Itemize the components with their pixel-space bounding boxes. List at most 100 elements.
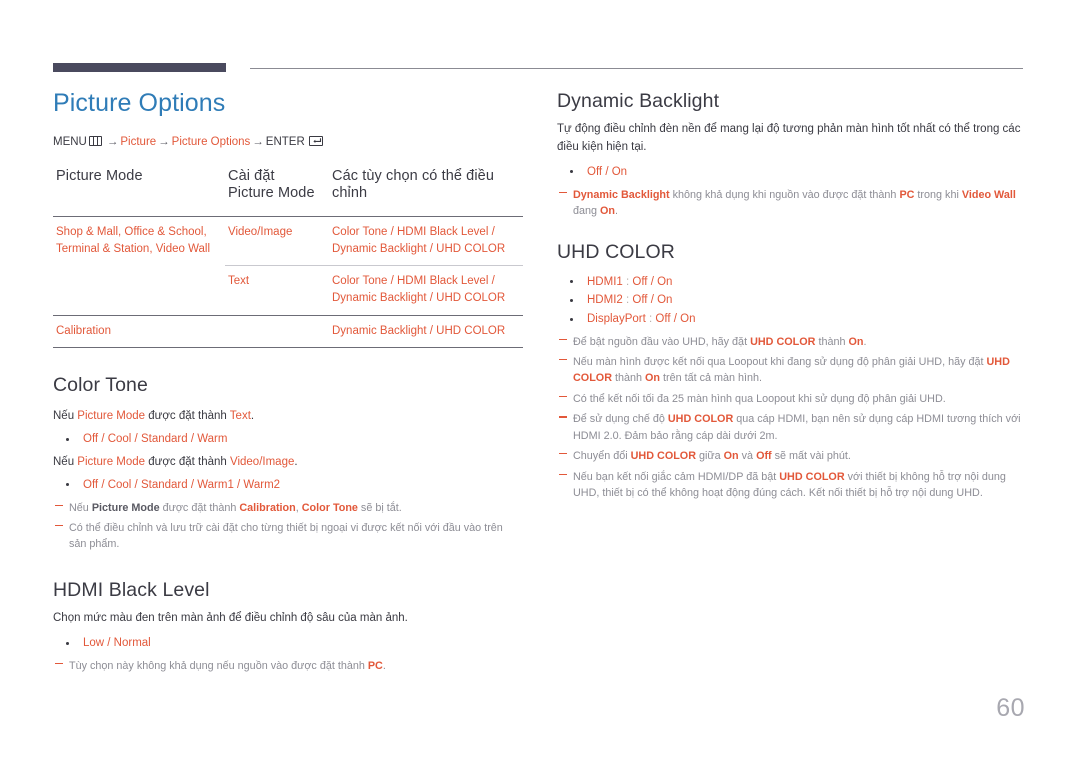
header-rule-accent <box>53 63 226 72</box>
color-tone-options-video: Off / Cool / Standard / Warm1 / Warm2 <box>53 476 523 495</box>
text-frag: thành <box>612 372 646 385</box>
color-tone-condition-text: Nếu Picture Mode được đặt thành Text. <box>53 408 523 425</box>
text-frag: Có thể kết nối tối đa 25 màn hình qua Lo… <box>573 392 946 405</box>
table-header-picture-mode: Picture Mode <box>56 167 143 184</box>
note-line: Chuyển đổi UHD COLOR giữa On và Off sẽ m… <box>557 448 1025 464</box>
note-line: Nếu màn hình được kết nối qua Loopout kh… <box>557 354 1025 387</box>
list-item: Off / Cool / Standard / Warm1 / Warm2 <box>53 476 523 495</box>
value-video-image: Video/Image <box>230 455 295 468</box>
text-frag: không khả dụng khi nguồn vào được đặt th… <box>669 188 900 201</box>
highlight-term: UHD COLOR <box>750 335 816 348</box>
highlight-term: On <box>723 450 739 463</box>
option-values: Off / On <box>632 294 673 307</box>
note-line: Có thể kết nối tối đa 25 màn hình qua Lo… <box>557 391 1025 407</box>
right-column: Dynamic Backlight Tự động điều chỉnh đèn… <box>557 90 1025 505</box>
section-color-tone: Color Tone Nếu Picture Mode được đặt thà… <box>53 374 523 552</box>
color-tone-condition-video: Nếu Picture Mode được đặt thành Video/Im… <box>53 454 523 471</box>
option-values: Off / On <box>632 275 673 288</box>
text-frag: Chuyển đổi <box>573 450 631 463</box>
table-row: Shop & Mall, Office & School, Terminal &… <box>53 216 523 265</box>
list-item: HDMI1 : Off / On <box>557 273 1025 292</box>
table-cell-options: Color Tone / HDMI Black Level / Dynamic … <box>332 225 506 255</box>
breadcrumb-item-picture[interactable]: Picture <box>120 136 156 148</box>
text-frag: Nếu <box>69 501 92 514</box>
breadcrumb-arrow-2: → <box>158 135 170 148</box>
table-cell-setting: Video/Image <box>228 225 293 238</box>
list-item: Off / On <box>557 163 1025 182</box>
picture-mode-table: Picture Mode Cài đặt Picture Mode Các tù… <box>53 168 523 349</box>
dynamic-backlight-description: Tự động điều chỉnh đèn nền để mang lại đ… <box>557 123 1021 153</box>
list-item: DisplayPort : Off / On <box>557 310 1025 329</box>
term-color-tone: Color Tone <box>301 501 358 514</box>
text-frag: . <box>863 335 867 348</box>
header-rule-line <box>250 68 1023 69</box>
option-separator: : <box>622 294 633 307</box>
color-tone-options-text: Off / Cool / Standard / Warm <box>53 430 523 449</box>
highlight-term: On <box>848 335 864 348</box>
section-hdmi-black-level: HDMI Black Level Chọn mức màu đen trên m… <box>53 579 523 675</box>
note-line: Để bật nguồn đầu vào UHD, hãy đặt UHD CO… <box>557 334 1025 350</box>
text-frag: . <box>250 409 255 422</box>
section-heading-dynamic-backlight: Dynamic Backlight <box>557 90 720 112</box>
term-picture-mode: Picture Mode <box>77 455 146 468</box>
option-label: HDMI2 <box>587 294 623 307</box>
text-frag: được đặt thành <box>145 455 230 468</box>
menu-grid-icon <box>88 135 102 146</box>
text-frag: giữa <box>696 450 724 463</box>
enter-key-icon <box>308 135 323 146</box>
term-picture-mode: Picture Mode <box>77 409 146 422</box>
highlight-term: UHD COLOR <box>667 413 734 426</box>
table-header-row: Picture Mode Cài đặt Picture Mode Các tù… <box>53 168 523 217</box>
text-frag: được đặt thành <box>145 409 230 422</box>
breadcrumb-arrow-3: → <box>252 135 264 148</box>
dynamic-backlight-options: Off / On <box>557 163 1025 182</box>
text-frag: Nếu <box>53 455 78 468</box>
breadcrumb-arrow-1: → <box>106 135 119 148</box>
option-separator: : <box>645 313 656 326</box>
text-frag: Để bật nguồn đầu vào UHD, hãy đặt <box>573 335 751 348</box>
text-frag: trong khi <box>914 188 962 201</box>
note-line: Để sử dụng chế độ UHD COLOR qua cáp HDMI… <box>557 411 1025 444</box>
list-item: Low / Normal <box>53 634 523 653</box>
breadcrumb-menu-label: MENU <box>53 135 87 148</box>
table-header-options: Các tùy chọn có thể điều chỉnh <box>332 167 494 202</box>
text-frag: Nếu bạn kết nối giắc cảm HDMI/DP đã bật <box>573 470 780 483</box>
text-frag: và <box>738 450 757 463</box>
table-cell-mode: Shop & Mall, Office & School, Terminal &… <box>56 225 211 255</box>
table-cell-setting <box>225 314 329 348</box>
term-video-wall: Video Wall <box>961 188 1016 201</box>
breadcrumb-item-picture-options[interactable]: Picture Options <box>172 136 251 148</box>
value-text: Text <box>229 409 251 422</box>
table-header-setting: Cài đặt Picture Mode <box>228 167 315 202</box>
page-title: Picture Options <box>53 89 226 117</box>
highlight-term: UHD COLOR <box>630 450 697 463</box>
highlight-term: Off <box>756 450 772 463</box>
uhd-color-options: HDMI1 : Off / On HDMI2 : Off / On DisplayP… <box>557 273 1025 329</box>
option-values: Off / On <box>655 313 696 326</box>
section-uhd-color: UHD COLOR HDMI1 : Off / On HDMI2 : Off / … <box>557 241 1025 501</box>
section-heading-color-tone: Color Tone <box>53 374 148 397</box>
note-line: Nếu bạn kết nối giắc cảm HDMI/DP đã bật … <box>557 469 1025 502</box>
table-cell-mode: Calibration <box>53 314 225 348</box>
section-heading-hdmi-black-level: HDMI Black Level <box>53 578 210 601</box>
text-frag: đang <box>573 204 601 217</box>
table-row: Calibration Dynamic Backlight / UHD COLO… <box>53 314 523 348</box>
section-dynamic-backlight: Dynamic Backlight Tự động điều chỉnh đèn… <box>557 90 1025 219</box>
hdmi-black-level-note: Tùy chọn này không khả dụng nếu nguồn và… <box>53 658 523 674</box>
value-pc: PC <box>367 660 383 673</box>
highlight-term: On <box>645 372 661 385</box>
highlight-term: UHD COLOR <box>779 470 845 483</box>
text-frag: Nếu <box>53 409 78 422</box>
text-frag: sẽ mất vài phút. <box>771 450 851 463</box>
text-frag: Tùy chọn này không khả dụng nếu nguồn và… <box>69 660 368 673</box>
header-rules <box>53 63 1023 75</box>
table-cell-options: Color Tone / HDMI Black Level / Dynamic … <box>329 265 523 316</box>
section-heading-uhd-color: UHD COLOR <box>557 241 675 264</box>
text-frag: thành <box>815 335 849 348</box>
left-column: Picture Options MENU → Picture → Picture Opt… <box>53 89 523 678</box>
breadcrumb-enter-label: ENTER <box>265 135 305 148</box>
text-frag: được đặt thành <box>159 501 240 514</box>
text-frag: Để sử dụng chế độ <box>573 413 668 426</box>
term-dynamic-backlight: Dynamic Backlight <box>573 188 670 201</box>
text-frag: . <box>294 455 298 468</box>
